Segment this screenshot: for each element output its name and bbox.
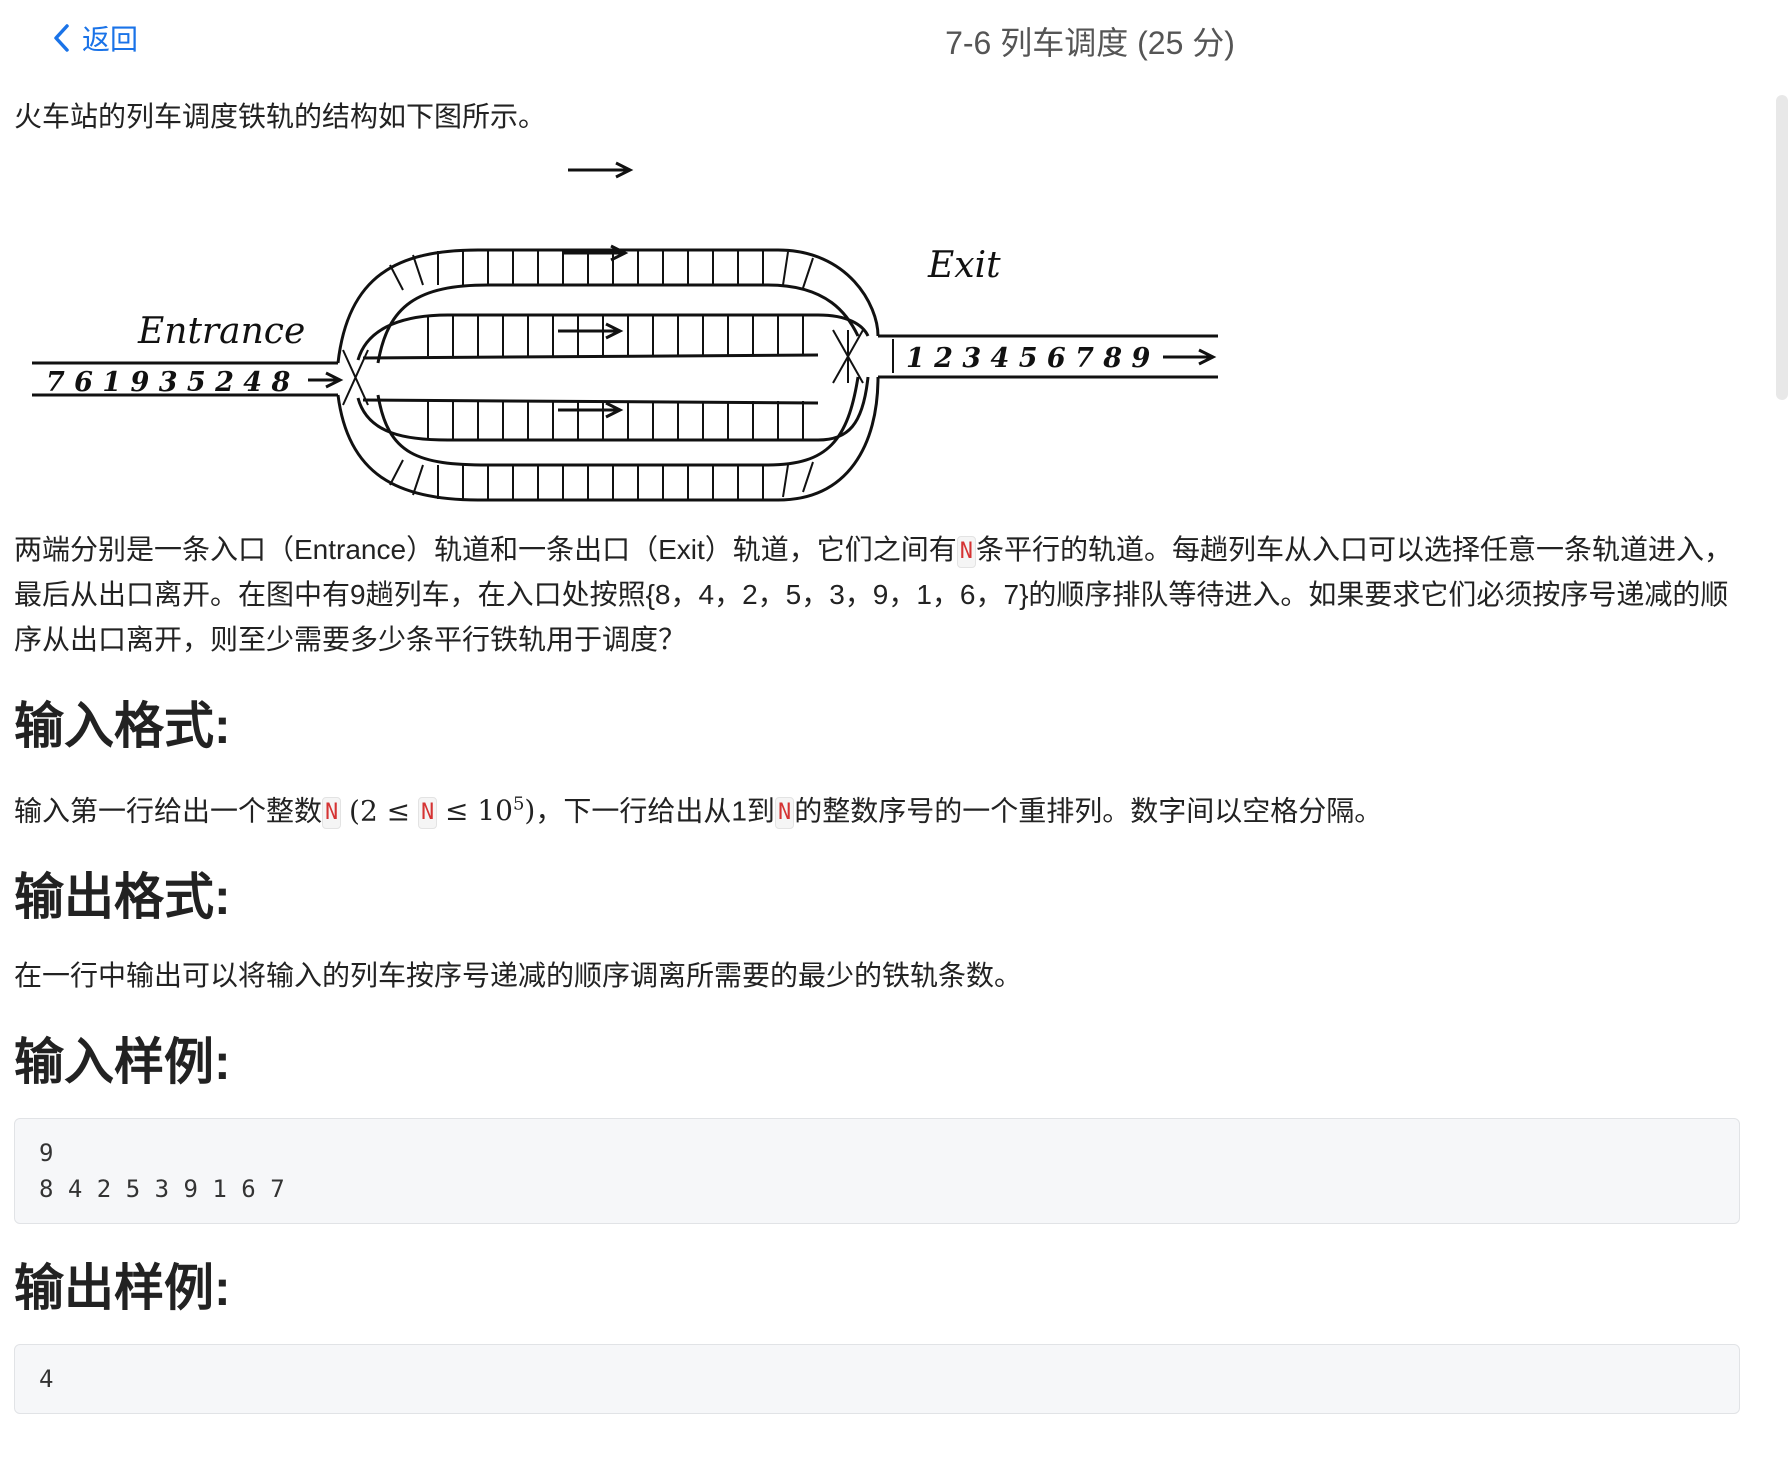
sample-input-line: 8 4 2 5 3 9 1 6 7 xyxy=(39,1175,285,1204)
input-format-text3: 的整数序号的一个重排列。数字间以空格分隔。 xyxy=(794,795,1383,827)
output-format-text: 在一行中输出可以将输入的列车按序号递减的顺序调离所需要的最少的铁轨条数。 xyxy=(14,960,1023,992)
problem-content: 火车站的列车调度铁轨的结构如下图所示。 Entrance 7 6 1 9 3 5… xyxy=(14,90,1758,1415)
var-n: N xyxy=(322,796,342,829)
back-label: 返回 xyxy=(82,24,139,55)
input-format-text: 输入第一行给出一个整数 N (2 ≤ N ≤ 105)，下一行给出从1到 N 的整数序… xyxy=(14,782,1758,833)
entrance-label: Entrance xyxy=(137,311,305,352)
input-format-heading: 输入格式: xyxy=(14,698,231,754)
intro-text: 火车站的列车调度铁轨的结构如下图所示。 xyxy=(14,101,547,132)
page-title: 7-6 列车调度 (25 分) xyxy=(945,25,1235,61)
viewport-bottom-edge xyxy=(0,1452,1788,1471)
entrance-sequence: 7 6 1 9 3 5 2 4 8 xyxy=(46,367,290,398)
sample-input-block[interactable]: 9 8 4 2 5 3 9 1 6 7 xyxy=(14,1118,1740,1225)
sample-input-heading: 输入样例: xyxy=(14,1034,231,1091)
math-upper-base: ≤ 10 xyxy=(444,794,513,828)
description-text: 两端分别是一条入口（Entrance）轨道和一条出口（Exit）轨道，它们之间有… xyxy=(14,527,1754,662)
var-n: N xyxy=(956,535,976,568)
sample-output-block[interactable]: 4 xyxy=(14,1344,1740,1415)
description-part1: 两端分别是一条入口（Entrance）轨道和一条出口（Exit）轨道，它们之间有 xyxy=(14,534,957,565)
chevron-left-icon xyxy=(54,24,69,52)
sample-output-heading: 输出样例: xyxy=(14,1260,231,1317)
math-lower-bound: (2 ≤ xyxy=(349,794,411,828)
exit-sequence: 1 2 3 4 5 6 7 8 9 xyxy=(906,343,1150,374)
exit-label: Exit xyxy=(927,245,1001,286)
math-close-paren: ) xyxy=(524,794,536,828)
sample-input-line: 9 xyxy=(39,1139,54,1168)
var-n: N xyxy=(417,796,438,829)
scrollbar[interactable] xyxy=(1776,95,1788,400)
top-bar: 返回 7-6 列车调度 (25 分) xyxy=(0,0,1788,74)
math-upper-bound: ≤ 105) xyxy=(445,794,535,827)
var-n: N xyxy=(774,796,795,829)
sample-output-line: 4 xyxy=(39,1365,54,1394)
railway-diagram: Entrance 7 6 1 9 3 5 2 4 8 Exit 1 2 3 4 … xyxy=(18,155,1228,505)
input-format-text2: ，下一行给出从1到 xyxy=(535,795,775,827)
math-exponent: 5 xyxy=(512,794,525,815)
output-format-heading: 输出格式: xyxy=(14,869,231,926)
back-button[interactable]: 返回 xyxy=(52,20,138,56)
input-format-text1: 输入第一行给出一个整数 xyxy=(14,795,323,827)
